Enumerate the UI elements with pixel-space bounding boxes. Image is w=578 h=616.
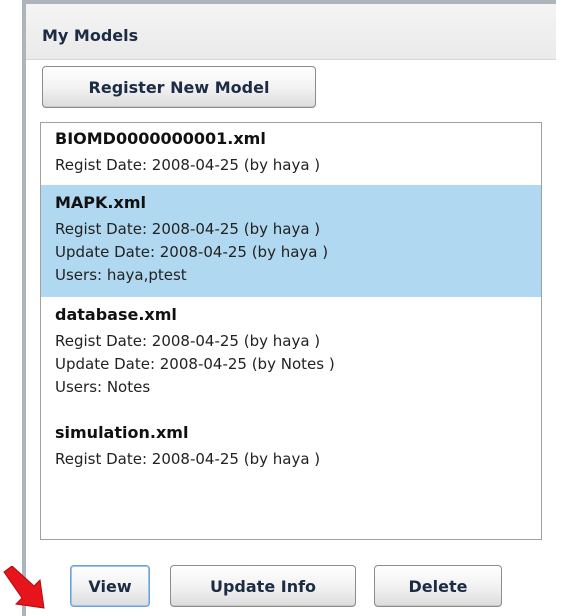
update-date: Update Date: 2008-04-25 (by Notes ) xyxy=(55,355,335,373)
list-item-simulation[interactable]: simulation.xml Regist Date: 2008-04-25 (… xyxy=(41,417,541,477)
regist-date: Regist Date: 2008-04-25 (by haya ) xyxy=(55,220,321,238)
regist-date: Regist Date: 2008-04-25 (by haya ) xyxy=(55,156,321,174)
update-info-button[interactable]: Update Info xyxy=(170,565,356,607)
model-name: database.xml xyxy=(55,305,177,324)
list-item-mapk[interactable]: MAPK.xml Regist Date: 2008-04-25 (by hay… xyxy=(41,185,541,297)
list-item-database[interactable]: database.xml Regist Date: 2008-04-25 (by… xyxy=(41,299,541,413)
model-name: BIOMD0000000001.xml xyxy=(55,129,266,148)
red-pointer-arrow-icon xyxy=(3,566,45,609)
my-models-page: My Models Register New Model BIOMD000000… xyxy=(0,0,578,616)
my-models-panel: My Models Register New Model BIOMD000000… xyxy=(26,0,556,616)
list-item-biomd[interactable]: BIOMD0000000001.xml Regist Date: 2008-04… xyxy=(41,123,541,185)
users-line: Users: haya,ptest xyxy=(55,266,187,284)
model-name: simulation.xml xyxy=(55,423,189,442)
model-list[interactable]: BIOMD0000000001.xml Regist Date: 2008-04… xyxy=(40,122,542,540)
model-name: MAPK.xml xyxy=(55,193,146,212)
view-button[interactable]: View xyxy=(70,565,150,607)
register-new-model-button[interactable]: Register New Model xyxy=(42,66,316,108)
panel-header: My Models xyxy=(26,0,556,60)
update-date: Update Date: 2008-04-25 (by haya ) xyxy=(55,243,329,261)
regist-date: Regist Date: 2008-04-25 (by haya ) xyxy=(55,332,321,350)
panel-title: My Models xyxy=(42,26,139,45)
delete-button[interactable]: Delete xyxy=(374,565,502,607)
users-line: Users: Notes xyxy=(55,378,151,396)
regist-date: Regist Date: 2008-04-25 (by haya ) xyxy=(55,450,321,468)
